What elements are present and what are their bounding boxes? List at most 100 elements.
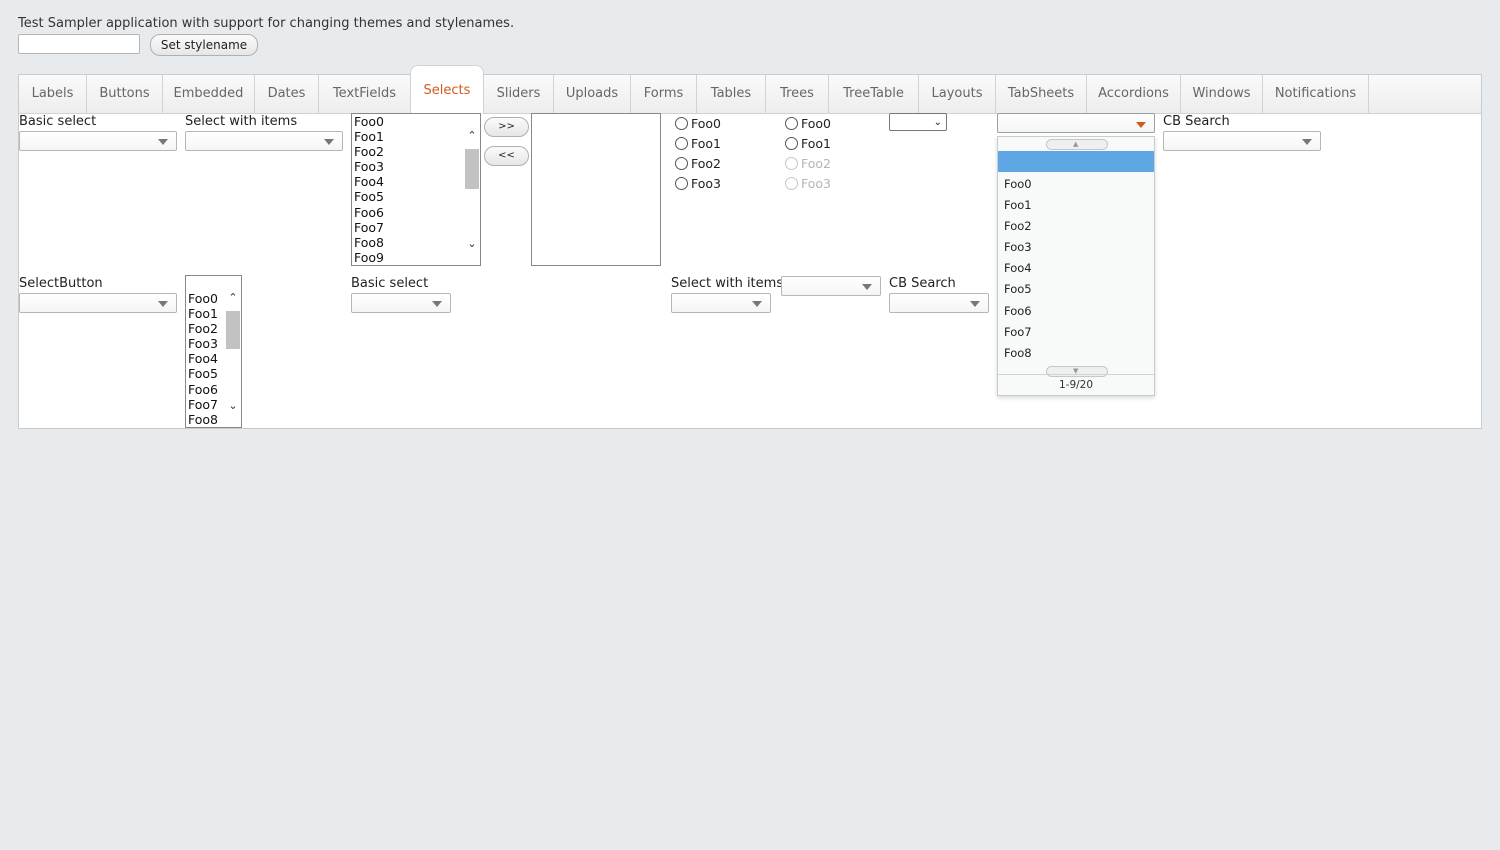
- popup-option[interactable]: Foo6: [1004, 304, 1032, 318]
- popup-option[interactable]: Foo8: [1004, 346, 1032, 360]
- radio-icon[interactable]: [675, 177, 688, 190]
- tab-buttons[interactable]: Buttons: [87, 75, 163, 113]
- combobox-popup: ▲ Foo0 Foo1 Foo2 Foo3 Foo4 Foo5 Foo6 Foo…: [997, 136, 1155, 396]
- tab-uploads[interactable]: Uploads: [554, 75, 631, 113]
- cb-search-combobox[interactable]: [1163, 131, 1321, 151]
- chevron-down-icon[interactable]: [1302, 139, 1312, 145]
- radio-icon[interactable]: [785, 117, 798, 130]
- tab-trees[interactable]: Trees: [766, 75, 829, 113]
- list-item[interactable]: Foo7: [352, 220, 480, 235]
- radio-option-disabled: Foo3: [785, 174, 831, 194]
- tab-textfields[interactable]: TextFields: [319, 75, 411, 113]
- chevron-up-icon: ▲: [1073, 140, 1079, 148]
- app-description: Test Sampler application with support fo…: [18, 16, 515, 31]
- basic-select-caption: Basic select: [19, 114, 97, 129]
- scrollbar-thumb[interactable]: [465, 149, 479, 189]
- cb-search-caption-2: CB Search: [889, 276, 956, 291]
- tab-tabsheets[interactable]: TabSheets: [996, 75, 1087, 113]
- chevron-up-icon[interactable]: ⌃: [227, 292, 239, 304]
- popup-option[interactable]: Foo7: [1004, 325, 1032, 339]
- scrollbar-thumb[interactable]: [226, 311, 240, 349]
- radio-option[interactable]: Foo2: [675, 154, 721, 174]
- chevron-down-icon: [324, 139, 334, 145]
- radio-option[interactable]: Foo1: [675, 134, 721, 154]
- chevron-down-icon: [862, 284, 872, 290]
- popup-option[interactable]: Foo3: [1004, 240, 1032, 254]
- radio-option[interactable]: Foo1: [785, 134, 831, 154]
- tab-treetable[interactable]: TreeTable: [829, 75, 919, 113]
- list-item[interactable]: Foo9: [352, 250, 480, 265]
- radio-option[interactable]: Foo0: [785, 114, 831, 134]
- select-button[interactable]: [19, 293, 177, 313]
- chevron-down-icon: [158, 301, 168, 307]
- radio-icon[interactable]: [675, 157, 688, 170]
- chevron-down-icon[interactable]: [1136, 122, 1146, 128]
- list-item[interactable]: Foo0: [352, 114, 480, 129]
- scrollbar[interactable]: ⌃ ⌄: [225, 276, 241, 427]
- scrollbar[interactable]: ⌃ ⌄: [464, 114, 480, 265]
- chevron-up-icon[interactable]: ⌃: [466, 130, 478, 142]
- list-item[interactable]: Foo5: [352, 189, 480, 204]
- radio-icon: [785, 177, 798, 190]
- chevron-down-icon[interactable]: ⌄: [227, 400, 239, 412]
- chevron-down-icon[interactable]: ⌄: [466, 238, 478, 250]
- chevron-down-icon: [432, 301, 442, 307]
- popup-option[interactable]: Foo2: [1004, 219, 1032, 233]
- chevron-down-icon: [752, 301, 762, 307]
- list-select[interactable]: Foo0 Foo1 Foo2 Foo3 Foo4 Foo5 Foo6 Foo7 …: [351, 113, 481, 266]
- basic-select-2[interactable]: [351, 293, 451, 313]
- radio-icon[interactable]: [675, 117, 688, 130]
- scroll-up-button[interactable]: ▲: [1046, 139, 1108, 150]
- tab-labels[interactable]: Labels: [19, 75, 87, 113]
- tab-bar: Labels Buttons Embedded Dates TextFields…: [19, 65, 1481, 114]
- popup-option[interactable]: Foo1: [1004, 198, 1032, 212]
- list-item[interactable]: Foo3: [352, 159, 480, 174]
- option-group-1: Foo0 Foo1 Foo2 Foo3: [675, 114, 721, 194]
- chevron-down-icon: [158, 139, 168, 145]
- radio-option[interactable]: Foo3: [675, 174, 721, 194]
- select-with-items-2[interactable]: [671, 293, 771, 313]
- tab-embedded[interactable]: Embedded: [163, 75, 255, 113]
- tab-forms[interactable]: Forms: [631, 75, 697, 113]
- radio-icon[interactable]: [675, 137, 688, 150]
- basic-select[interactable]: [19, 131, 177, 151]
- combobox[interactable]: [997, 113, 1155, 133]
- stylename-input[interactable]: [18, 34, 140, 54]
- chevron-down-icon: ⌄: [933, 117, 942, 128]
- popup-option[interactable]: Foo4: [1004, 261, 1032, 275]
- twincol-add-button[interactable]: >>: [484, 117, 529, 137]
- popup-option[interactable]: Foo5: [1004, 282, 1032, 296]
- highlighted-empty-option[interactable]: [998, 151, 1154, 172]
- tab-sliders[interactable]: Sliders: [484, 75, 554, 113]
- twincol-selected-list[interactable]: [531, 113, 661, 266]
- list-item[interactable]: Foo6: [352, 205, 480, 220]
- tab-tables[interactable]: Tables: [697, 75, 766, 113]
- popup-paging-status: 1-9/20: [998, 374, 1154, 395]
- set-stylename-button[interactable]: Set stylename: [150, 34, 258, 56]
- uncaptioned-select[interactable]: [781, 276, 881, 296]
- tab-notifications[interactable]: Notifications: [1263, 75, 1369, 113]
- list-item[interactable]: Foo8: [352, 235, 480, 250]
- list-item[interactable]: Foo2: [352, 144, 480, 159]
- list-item[interactable]: Foo4: [352, 174, 480, 189]
- radio-icon: [785, 157, 798, 170]
- tab-selects[interactable]: Selects: [410, 65, 484, 114]
- select-button-caption: SelectButton: [19, 276, 103, 291]
- list-item[interactable]: Foo1: [352, 129, 480, 144]
- radio-option[interactable]: Foo0: [675, 114, 721, 134]
- native-select[interactable]: ⌄: [889, 113, 947, 131]
- option-group-2: Foo0 Foo1 Foo2 Foo3: [785, 114, 831, 194]
- cb-search-combobox-2[interactable]: [889, 293, 989, 313]
- select-with-items-caption-2: Select with items: [671, 276, 784, 291]
- twincol-remove-button[interactable]: <<: [484, 146, 529, 166]
- tab-windows[interactable]: Windows: [1181, 75, 1263, 113]
- list-select-small[interactable]: Foo0 Foo1 Foo2 Foo3 Foo4 Foo5 Foo6 Foo7 …: [185, 275, 242, 428]
- radio-option-disabled: Foo2: [785, 154, 831, 174]
- tab-dates[interactable]: Dates: [255, 75, 319, 113]
- tab-layouts[interactable]: Layouts: [919, 75, 996, 113]
- radio-icon[interactable]: [785, 137, 798, 150]
- select-with-items[interactable]: [185, 131, 343, 151]
- chevron-down-icon[interactable]: [970, 301, 980, 307]
- popup-option[interactable]: Foo0: [1004, 177, 1032, 191]
- tab-accordions[interactable]: Accordions: [1087, 75, 1181, 113]
